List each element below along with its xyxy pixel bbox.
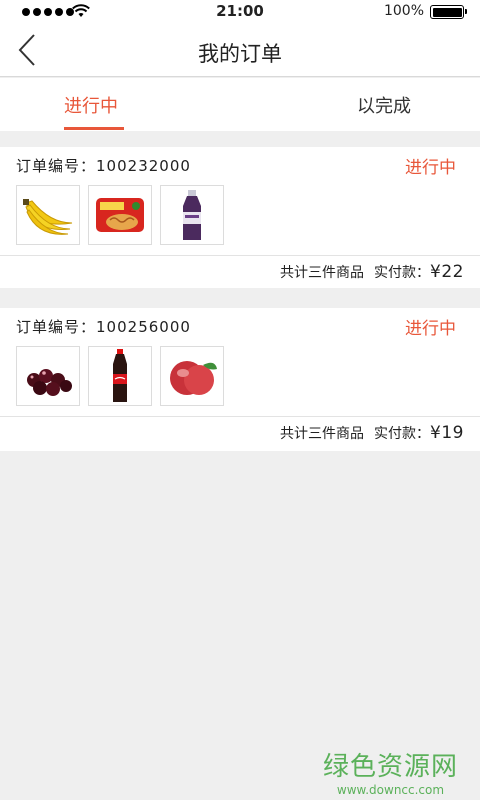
product-thumb-cola[interactable] <box>88 346 152 406</box>
page-title: 我的订单 <box>198 42 282 66</box>
order-status: 进行中 <box>405 319 456 339</box>
product-thumb-noodles[interactable] <box>88 185 152 245</box>
paid-label: 实付款： <box>374 426 431 442</box>
amount-value: ¥19 <box>430 423 464 443</box>
status-bar: 21:00 100% <box>0 0 480 24</box>
order-number-value: 100256000 <box>96 318 191 336</box>
product-thumb-drink[interactable] <box>160 185 224 245</box>
battery-percent: 100% <box>383 3 424 19</box>
watermark-url: www.downcc.com <box>336 783 445 797</box>
watermark: 绿色资源网 www.downcc.com <box>323 746 458 797</box>
active-tab-indicator <box>64 127 124 130</box>
order-number: 订单编号：100232000 <box>16 155 191 176</box>
instant-noodles-icon <box>96 198 144 232</box>
purple-bottle-icon <box>183 190 201 240</box>
order-number-value: 100232000 <box>96 157 191 175</box>
order-card[interactable]: 订单编号：100256000 进行中 共计三件商品 实付款：¥19 <box>0 308 480 451</box>
paid-amount: 实付款：¥19 <box>374 423 464 443</box>
item-count: 共计三件商品 <box>280 265 365 281</box>
tab-completed[interactable]: 以完成 <box>357 92 411 118</box>
order-tabs: 进行中 以完成 <box>0 78 480 131</box>
product-thumb-red-fruit[interactable] <box>160 346 224 406</box>
order-number-label: 订单编号： <box>16 157 97 175</box>
order-summary: 共计三件商品 实付款：¥22 <box>280 262 464 282</box>
cola-bottle-icon <box>113 349 127 402</box>
tab-in-progress[interactable]: 进行中 <box>64 92 118 118</box>
cherries-icon <box>27 369 72 396</box>
product-thumbnails <box>16 346 224 406</box>
product-thumbnails <box>16 185 224 245</box>
banana-icon <box>23 199 73 235</box>
card-divider <box>0 416 480 417</box>
red-fruit-icon <box>170 361 217 395</box>
order-status: 进行中 <box>405 158 456 178</box>
order-number: 订单编号：100256000 <box>16 316 191 337</box>
order-summary: 共计三件商品 实付款：¥19 <box>280 423 464 443</box>
watermark-logo-text: 绿色资源网 <box>322 752 458 782</box>
order-card[interactable]: 订单编号：100232000 进行中 共计三件商品 实付款：¥22 <box>0 147 480 288</box>
product-thumb-banana[interactable] <box>16 185 80 245</box>
paid-label: 实付款： <box>374 265 431 281</box>
nav-bar: 我的订单 <box>0 24 480 77</box>
item-count: 共计三件商品 <box>280 426 365 442</box>
battery-icon <box>430 5 467 19</box>
product-thumb-cherries[interactable] <box>16 346 80 406</box>
amount-value: ¥22 <box>430 262 464 282</box>
paid-amount: 实付款：¥22 <box>374 262 464 282</box>
order-number-label: 订单编号： <box>16 318 97 336</box>
card-divider <box>0 255 480 256</box>
